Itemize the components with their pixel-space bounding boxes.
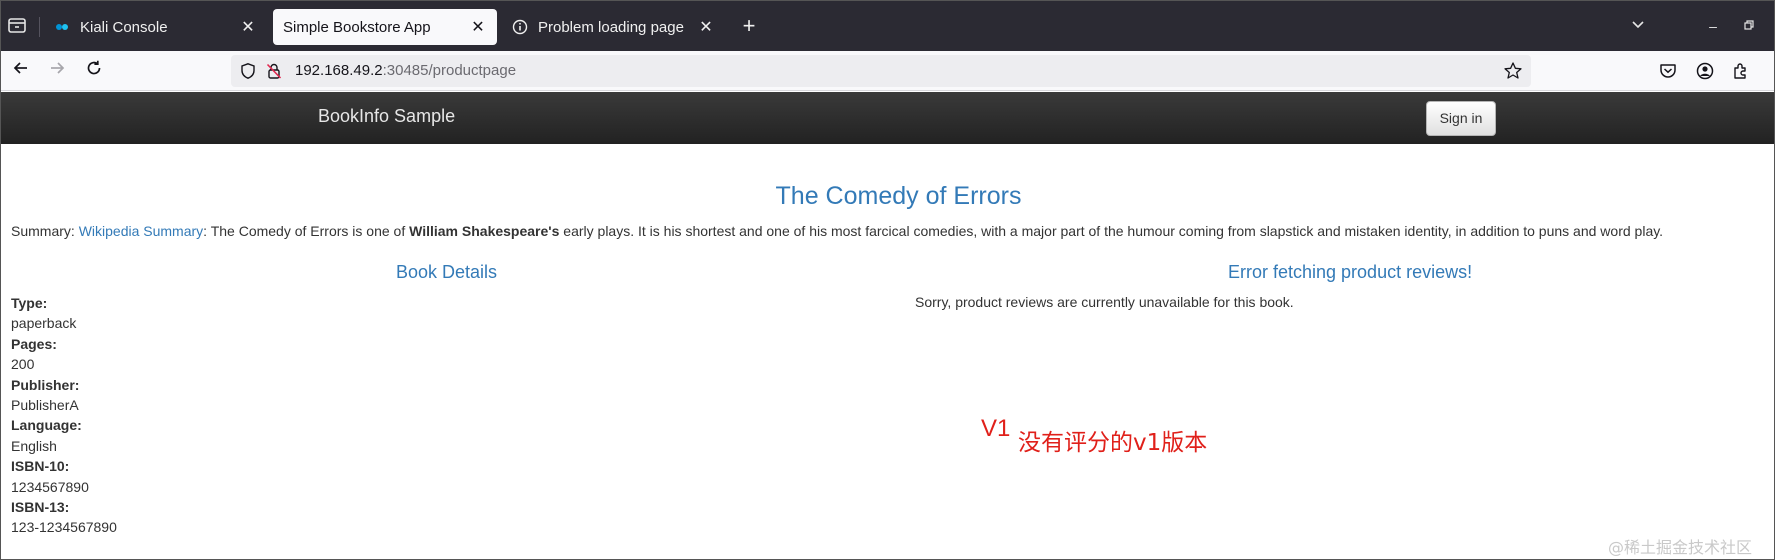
restore-icon[interactable]	[1738, 15, 1760, 37]
detail-value: 200	[11, 356, 35, 373]
reload-icon[interactable]	[82, 59, 106, 83]
browser-window: Kiali Console ✕ Simple Bookstore App ✕ P…	[0, 0, 1775, 560]
wikipedia-summary-link[interactable]: Wikipedia Summary	[79, 223, 203, 239]
summary-prefix: Summary:	[11, 223, 79, 239]
detail-value: 1234567890	[11, 478, 89, 495]
version-note: 没有评分的v1版本	[1018, 430, 1208, 456]
tab-strip: Kiali Console ✕ Simple Bookstore App ✕ P…	[1, 1, 1774, 51]
url-path: :30485/productpage	[382, 62, 517, 79]
reviews-unavailable-message: Sorry, product reviews are currently una…	[915, 294, 1294, 310]
detail-label: Language:	[11, 417, 82, 434]
summary-text: early plays. It is his shortest and one …	[559, 223, 1664, 239]
url-text[interactable]: 192.168.49.2:30485/productpage	[295, 62, 516, 79]
watermark: @稀土掘金技术社区	[1608, 538, 1753, 557]
detail-label: ISBN-13:	[11, 499, 70, 516]
pocket-icon[interactable]	[1658, 61, 1678, 81]
address-bar[interactable]: 192.168.49.2:30485/productpage	[231, 55, 1531, 87]
book-title: The Comedy of Errors	[775, 182, 1022, 210]
close-icon[interactable]: ✕	[469, 18, 487, 36]
tab-simple-bookstore-app[interactable]: Simple Bookstore App ✕	[273, 9, 497, 45]
detail-label: Pages:	[11, 335, 57, 352]
detail-label: Publisher:	[11, 376, 80, 393]
summary-author: William Shakespeare's	[409, 223, 560, 239]
close-icon[interactable]: ✕	[239, 18, 257, 36]
shield-icon[interactable]	[239, 62, 257, 80]
url-host: 192.168.49.2	[295, 62, 383, 79]
extensions-icon[interactable]	[1731, 61, 1751, 81]
detail-value: English	[11, 437, 57, 454]
account-icon[interactable]	[1695, 61, 1715, 81]
close-icon[interactable]: ✕	[697, 18, 715, 36]
tab-problem-loading-page[interactable]: Problem loading page ✕	[501, 9, 725, 45]
tab-label: Problem loading page	[538, 18, 684, 36]
summary-text: : The Comedy of Errors is one of	[203, 223, 410, 239]
tab-separator	[39, 17, 40, 37]
version-annotation: V1	[981, 415, 1011, 442]
forward-arrow-icon[interactable]	[45, 59, 69, 83]
tab-label: Simple Bookstore App	[283, 18, 431, 36]
detail-label: Type:	[11, 295, 48, 311]
insecure-lock-icon[interactable]	[265, 62, 283, 80]
reviews-error-heading: Error fetching product reviews!	[1228, 262, 1473, 282]
page-navbar: BookInfo Sample Sign in	[1, 92, 1774, 144]
minimize-icon[interactable]: –	[1702, 15, 1724, 37]
tab-kiali-console[interactable]: Kiali Console ✕	[43, 9, 267, 45]
info-icon	[511, 18, 529, 36]
tab-label: Kiali Console	[80, 18, 168, 36]
detail-label: ISBN-10:	[11, 458, 70, 475]
brand-title[interactable]: BookInfo Sample	[318, 106, 455, 127]
book-summary: Summary: Wikipedia Summary: The Comedy o…	[11, 223, 1663, 239]
sign-in-button[interactable]: Sign in	[1426, 101, 1496, 136]
book-details-heading: Book Details	[396, 262, 498, 282]
detail-value: PublisherA	[11, 397, 79, 414]
kiali-favicon-icon	[53, 18, 71, 36]
detail-value: paperback	[11, 315, 77, 332]
chevron-down-icon[interactable]	[1627, 15, 1649, 37]
detail-value: 123-1234567890	[11, 519, 117, 536]
bookmark-star-icon[interactable]	[1503, 61, 1523, 81]
new-tab-icon[interactable]: +	[737, 15, 761, 39]
book-details-list: Type: paperback Pages: 200 Publisher: Pu…	[11, 293, 117, 538]
navigation-bar: 192.168.49.2:30485/productpage	[1, 51, 1774, 91]
tab-list-icon[interactable]	[5, 13, 29, 37]
back-arrow-icon[interactable]	[9, 59, 33, 83]
